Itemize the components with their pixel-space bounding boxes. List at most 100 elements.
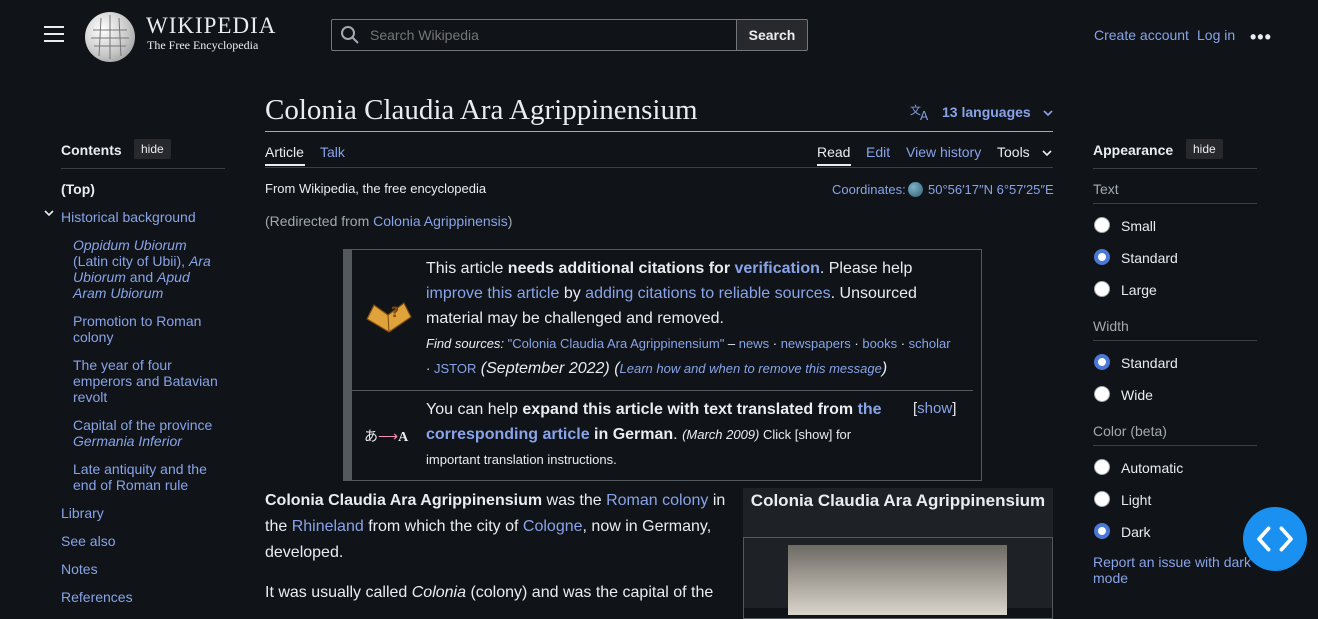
svg-text:?: ? — [391, 305, 399, 321]
radio-label[interactable]: Standard — [1121, 355, 1178, 371]
redirect-link[interactable]: Colonia Agrippinensis — [373, 213, 508, 229]
radio-text-small[interactable] — [1094, 217, 1110, 233]
coordinates-value[interactable]: 50°56′17″N 6°57′25″E — [928, 182, 1054, 197]
language-icon[interactable]: 文 A — [910, 103, 932, 121]
toc-subitem-promotion[interactable]: Promotion to Roman colony — [73, 313, 223, 345]
log-in-link[interactable]: Log in — [1197, 27, 1235, 43]
radio-label[interactable]: Large — [1121, 282, 1157, 298]
infobox-image[interactable] — [788, 545, 1007, 615]
body-text: was the — [542, 492, 607, 509]
tab-active-indicator — [265, 164, 305, 166]
translate-arrow: ⟶ — [378, 428, 399, 444]
tab-view-history[interactable]: View history — [906, 144, 981, 160]
search-input[interactable] — [368, 26, 732, 44]
tools-menu[interactable]: Tools — [997, 144, 1030, 160]
cologne-link[interactable]: Cologne — [523, 518, 583, 535]
redirect-text: (Redirected from — [265, 213, 374, 229]
separator: · — [850, 336, 863, 351]
toc-item-top[interactable]: (Top) — [61, 181, 95, 197]
newspapers-link[interactable]: newspapers — [781, 336, 851, 351]
toc-subitem-late-antiquity[interactable]: Late antiquity and the end of Roman rule — [73, 461, 223, 493]
chevron-down-icon[interactable] — [1042, 107, 1054, 119]
toc-item-library[interactable]: Library — [61, 505, 104, 521]
redirect-text: ) — [507, 213, 513, 229]
find-sources-label: Find sources: — [426, 336, 505, 351]
search-button[interactable]: Search — [736, 19, 808, 51]
radio-color-dark[interactable] — [1094, 523, 1110, 539]
query-link[interactable]: "Colonia Claudia Ara Agrippinensium" — [508, 336, 725, 351]
tab-talk[interactable]: Talk — [320, 144, 345, 160]
color-label: Color (beta) — [1093, 423, 1167, 439]
radio-text-standard[interactable] — [1094, 249, 1110, 265]
radio-label[interactable]: Light — [1121, 492, 1151, 508]
divider — [265, 167, 1053, 168]
tab-article[interactable]: Article — [265, 144, 304, 160]
toc-item-notes[interactable]: Notes — [61, 561, 98, 577]
rhineland-link[interactable]: Rhineland — [292, 518, 364, 535]
code-toggle-button[interactable] — [1243, 507, 1307, 571]
radio-width-wide[interactable] — [1094, 386, 1110, 402]
translation-notice: You can help expand this article with te… — [426, 397, 896, 472]
notice-text: in German — [589, 426, 674, 443]
report-dark-mode-link[interactable]: Report an issue with dark mode — [1093, 554, 1263, 586]
menu-line-icon — [44, 26, 64, 28]
notice-text: – — [724, 336, 739, 351]
divider — [352, 390, 973, 391]
toc-subitem-four-emperors[interactable]: The year of four emperors and Batavian r… — [73, 357, 223, 405]
main-menu-button[interactable] — [44, 26, 64, 42]
jstor-link[interactable]: JSTOR — [434, 361, 476, 376]
show-link[interactable]: show — [917, 400, 952, 417]
menu-line-icon — [44, 40, 64, 42]
show-toggle[interactable]: [show] — [913, 400, 956, 417]
scholar-link[interactable]: scholar — [909, 336, 951, 351]
toc-item-see-also[interactable]: See also — [61, 533, 115, 549]
adding-citations-link[interactable]: adding citations to reliable sources — [585, 285, 830, 302]
site-subtitle: From Wikipedia, the free encyclopedia — [265, 181, 487, 196]
page-title: Colonia Claudia Ara Agrippinensium — [265, 94, 698, 126]
separator: · — [426, 361, 434, 376]
notice-text: ) — [881, 360, 888, 377]
infobox-title: Colonia Claudia Ara Agrippinensium — [750, 491, 1046, 510]
wikipedia-wordmark[interactable]: WIKIPEDIA — [146, 13, 276, 39]
radio-color-automatic[interactable] — [1094, 459, 1110, 475]
languages-button[interactable]: 13 languages — [942, 104, 1031, 120]
verification-link[interactable]: verification — [735, 260, 820, 277]
toc-sub-part: Capital of the province — [73, 417, 213, 433]
radio-color-light[interactable] — [1094, 491, 1110, 507]
puzzle-globe-icon — [91, 15, 129, 59]
learn-remove-link[interactable]: Learn how and when to remove this messag… — [620, 361, 882, 376]
improve-article-link[interactable]: improve this article — [426, 285, 559, 302]
wikipedia-globe-logo[interactable] — [85, 12, 135, 62]
chevron-down-icon[interactable] — [1041, 147, 1053, 159]
toc-hide-button[interactable]: hide — [134, 139, 171, 159]
bold-term: Colonia Claudia Ara Agrippinensium — [265, 492, 543, 509]
notice-date: (September 2022) — [476, 360, 615, 377]
radio-label[interactable]: Automatic — [1121, 460, 1183, 476]
books-link[interactable]: books — [862, 336, 897, 351]
notice-text: . Please help — [819, 260, 913, 277]
news-link[interactable]: news — [739, 336, 769, 351]
radio-width-standard[interactable] — [1094, 354, 1110, 370]
radio-label[interactable]: Small — [1121, 218, 1156, 234]
more-options-button[interactable]: ••• — [1250, 27, 1272, 48]
roman-colony-link[interactable]: Roman colony — [606, 492, 708, 509]
toc-item-historical-background[interactable]: Historical background — [61, 209, 196, 225]
notice-text: needs additional citations for — [507, 260, 735, 277]
toc-subitem-capital-province[interactable]: Capital of the province Germania Inferio… — [73, 417, 223, 449]
radio-label[interactable]: Standard — [1121, 250, 1178, 266]
svg-text:A: A — [920, 109, 929, 121]
radio-text-large[interactable] — [1094, 281, 1110, 297]
notice-date: (March 2009) — [682, 427, 760, 442]
coordinates-label[interactable]: Coordinates: — [832, 182, 906, 197]
appearance-hide-button[interactable]: hide — [1186, 139, 1223, 159]
globe-icon[interactable] — [908, 182, 923, 197]
radio-label[interactable]: Wide — [1121, 387, 1153, 403]
notice-text: . — [673, 426, 683, 443]
tab-edit[interactable]: Edit — [866, 144, 890, 160]
divider — [1093, 203, 1257, 204]
toc-subitem-oppidum-ubiorum[interactable]: Oppidum Ubiorum (Latin city of Ubii), Ar… — [73, 237, 223, 301]
radio-label[interactable]: Dark — [1121, 524, 1151, 540]
tab-read[interactable]: Read — [817, 144, 850, 160]
chevron-down-icon[interactable] — [43, 207, 55, 219]
create-account-link[interactable]: Create account — [1094, 27, 1189, 43]
